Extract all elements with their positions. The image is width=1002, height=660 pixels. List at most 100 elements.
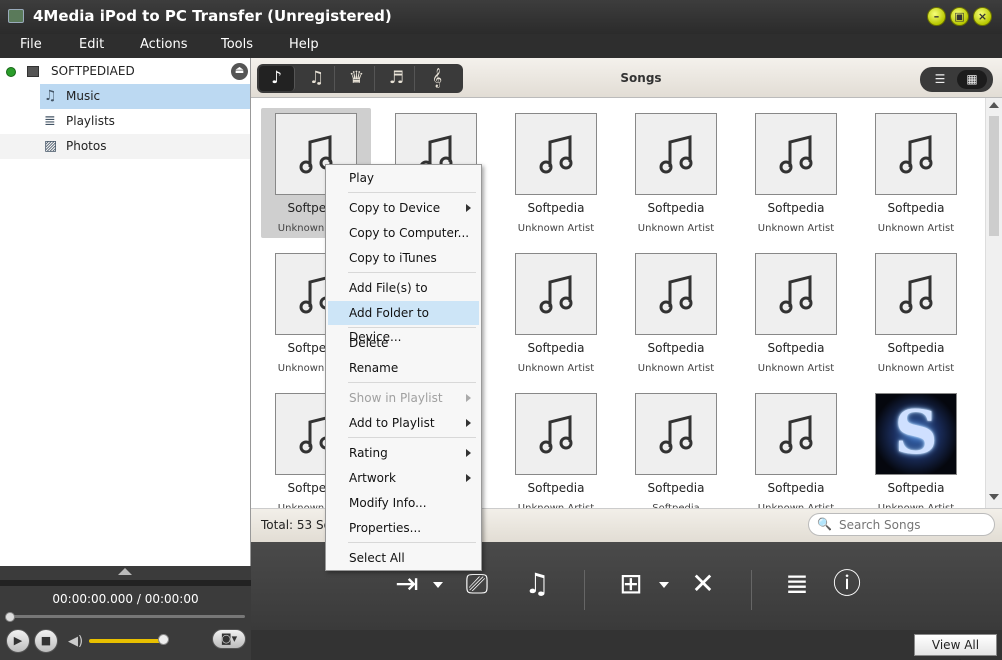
context-menu-label: Modify Info... — [349, 496, 427, 510]
scroll-thumb[interactable] — [989, 116, 999, 236]
list-view-icon[interactable]: ☰ — [925, 70, 955, 89]
tab-music-video-icon[interactable]: ♫ — [299, 66, 335, 91]
copy-to-device-dropdown-icon[interactable] — [433, 582, 443, 588]
add-files-dropdown-icon[interactable] — [659, 582, 669, 588]
menu-edit[interactable]: Edit — [79, 37, 104, 52]
close-button[interactable]: × — [973, 7, 992, 26]
song-tile[interactable]: Softpedia Unknown Artist — [741, 108, 851, 238]
volume-slider[interactable] — [89, 639, 164, 643]
volume-icon: ◀) — [68, 634, 84, 649]
context-menu-label: Select All — [349, 551, 405, 565]
context-menu-item[interactable]: Copy to Computer... — [328, 221, 479, 245]
search-input[interactable] — [839, 517, 989, 533]
menu-actions[interactable]: Actions — [140, 37, 188, 52]
properties-icon[interactable]: ⓘ — [827, 566, 867, 602]
tree-device[interactable]: SOFTPEDIAED ⏏ — [0, 59, 250, 84]
song-artist: Unknown Artist — [757, 223, 835, 234]
song-artist: Unknown Artist — [877, 363, 955, 374]
context-menu-item[interactable]: Artwork — [328, 466, 479, 490]
song-tile[interactable]: SoftpediaUnknown Artist — [621, 248, 731, 378]
menu-separator — [348, 192, 476, 193]
context-menu-item[interactable]: Properties... — [328, 516, 479, 540]
music-note-icon — [635, 393, 717, 475]
tree-item-photos[interactable]: ▨ Photos — [0, 134, 250, 159]
context-menu-item[interactable]: Play — [328, 166, 479, 190]
tab-podcast-icon[interactable]: ♛ — [339, 66, 375, 91]
song-title: Softpedia — [767, 481, 825, 495]
song-title: Softpedia — [527, 341, 585, 355]
grid-scrollbar[interactable] — [985, 98, 1002, 508]
seek-bar[interactable] — [8, 615, 245, 618]
context-menu-label: Show in Playlist — [349, 391, 443, 405]
device-name: SOFTPEDIAED — [51, 64, 135, 78]
song-tile[interactable]: SoftpediaUnknown Artist — [741, 248, 851, 378]
tree-item-playlists[interactable]: ≣ Playlists — [0, 109, 250, 134]
context-menu-item[interactable]: Rename — [328, 356, 479, 380]
song-title: Softpedia — [887, 201, 945, 215]
song-tile[interactable]: SoftpediaUnknown Artist — [501, 108, 611, 238]
delete-icon[interactable]: ✕ — [683, 566, 723, 602]
minimize-button[interactable]: – — [927, 7, 946, 26]
search-box[interactable]: 🔍 — [808, 513, 995, 536]
music-note-icon — [515, 253, 597, 335]
device-tree: SOFTPEDIAED ⏏ ♫ Music ≣ Playlists ▨ Phot… — [0, 58, 251, 566]
music-note-icon: ♫ — [44, 88, 57, 104]
context-menu-item[interactable]: Copy to Device — [328, 196, 479, 220]
menu-file[interactable]: File — [20, 37, 42, 52]
submenu-arrow-icon — [466, 449, 471, 457]
context-menu-item[interactable]: Add to Playlist — [328, 411, 479, 435]
tab-guitar-icon[interactable]: ♬ — [379, 66, 415, 91]
context-menu-item[interactable]: Rating — [328, 441, 479, 465]
tree-item-music[interactable]: ♫ Music — [40, 84, 250, 109]
song-tile[interactable]: SoftpediaUnknown Artist — [501, 388, 611, 508]
song-tile[interactable]: SSoftpediaUnknown Artist — [861, 388, 971, 508]
song-artist: Unknown Artist — [877, 223, 955, 234]
song-tile[interactable]: SoftpediaUnknown Artist — [861, 248, 971, 378]
menu-help[interactable]: Help — [289, 37, 319, 52]
scroll-down-icon[interactable] — [989, 494, 999, 500]
context-menu-item: Show in Playlist — [328, 386, 479, 410]
context-menu-item[interactable]: Copy to iTunes — [328, 246, 479, 270]
context-menu-item[interactable]: Select All — [328, 546, 479, 570]
song-title: Softpedia — [767, 201, 825, 215]
context-menu-item[interactable]: Add Folder to Device... — [328, 301, 479, 344]
menu-tools[interactable]: Tools — [221, 37, 253, 52]
menu-separator — [348, 382, 476, 383]
context-menu-label: Copy to iTunes — [349, 251, 437, 265]
song-tile[interactable]: SoftpediaUnknown Artist — [621, 108, 731, 238]
song-tile[interactable]: SoftpediaUnknown Artist — [501, 248, 611, 378]
snapshot-button[interactable]: ◙▾ — [212, 629, 246, 649]
seek-handle[interactable] — [5, 612, 15, 622]
song-tile[interactable]: SoftpediaUnknown Artist — [741, 388, 851, 508]
view-toggle: ☰ ▦ — [920, 67, 993, 92]
tab-music-icon[interactable]: ♪ — [259, 66, 295, 91]
maximize-button[interactable]: ▣ — [950, 7, 969, 26]
stop-button[interactable]: ■ — [34, 629, 58, 653]
song-tile[interactable]: Softpedia Unknown Artist — [861, 108, 971, 238]
context-menu-item[interactable]: Modify Info... — [328, 491, 479, 515]
copy-to-device-icon[interactable]: ⇥ — [387, 566, 427, 602]
volume-handle[interactable] — [158, 634, 169, 645]
expand-preview-icon[interactable] — [118, 568, 132, 575]
song-title: Softpedia — [527, 201, 585, 215]
grid-view-icon[interactable]: ▦ — [957, 70, 987, 89]
add-to-playlist-icon[interactable]: ≣ — [777, 566, 817, 602]
music-note-icon — [515, 113, 597, 195]
context-menu-item[interactable]: Delete — [328, 331, 479, 355]
play-button[interactable]: ▶ — [6, 629, 30, 653]
tab-ringtone-icon[interactable]: 𝄞 — [419, 66, 455, 91]
submenu-arrow-icon — [466, 419, 471, 427]
context-menu-item[interactable]: Add File(s) to Device... — [328, 276, 479, 319]
category-tabs: ♪ ♫ ♛ ♬ 𝄞 — [257, 64, 463, 93]
song-tile[interactable]: SoftpediaSoftpedia — [621, 388, 731, 508]
view-all-tasks-button[interactable]: View All Tasks — [914, 634, 997, 660]
eject-icon[interactable]: ⏏ — [231, 63, 248, 80]
copy-to-itunes-icon[interactable]: ♫ — [517, 566, 557, 602]
section-title: Songs — [620, 71, 662, 85]
add-files-icon[interactable]: ⊞ — [611, 566, 651, 602]
scroll-up-icon[interactable] — [989, 102, 999, 108]
artwork-letter: S — [894, 398, 938, 468]
context-menu-label: Rename — [349, 361, 399, 375]
playlist-icon: ≣ — [44, 113, 56, 129]
copy-to-computer-icon[interactable]: ⎚ — [457, 566, 497, 602]
